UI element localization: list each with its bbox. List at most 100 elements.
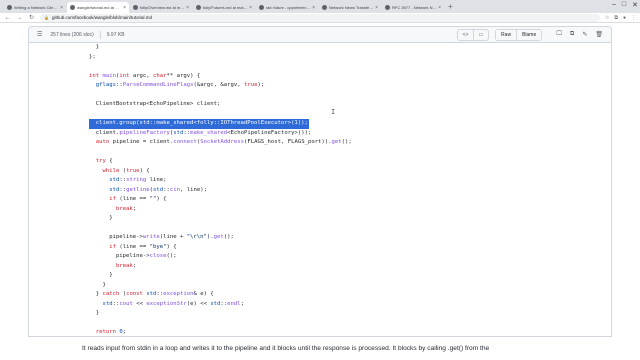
tab-close-icon[interactable]: × [438, 5, 441, 11]
window-controls: – □ ✕ [612, 1, 638, 9]
code-line-text: } [89, 272, 113, 278]
bookmark-star-icon[interactable]: ☆ [605, 15, 609, 21]
code-line-text: } [89, 310, 100, 316]
address-row: ← → ↻ 🔒 github.com/facebook/wangle/blob/… [0, 13, 640, 23]
code-line-text: ClientBootstrap<EchoPipeline> client; [89, 101, 221, 107]
code-line: std::getline(std::cin, line); [89, 186, 352, 196]
browser-tab[interactable]: folly/Overview.md at main · facebook× [130, 2, 192, 13]
tab-favicon-icon [196, 5, 201, 10]
code-line-text: break; [115, 205, 137, 212]
code-line-text: gflags::ParseCommandLineFlags(&argc, &ar… [95, 82, 265, 88]
code-body[interactable]: }}; int main(int argc, char** argv) { gfl… [89, 43, 352, 336]
code-line-text: pipeline->close(); [89, 253, 177, 259]
browser-toolbar-icons: ☆ ⧉ ● ⋮ [605, 15, 636, 21]
code-line: client.pipelineFactory(std::make_shared<… [89, 129, 352, 139]
code-line: while (true) { [89, 167, 352, 177]
code-line: } [89, 43, 352, 53]
code-line: } catch (const std::exception& e) { [89, 290, 352, 300]
lines-info: 257 lines (206 sloc) [50, 31, 94, 38]
file-size: 9.97 KB [106, 31, 125, 38]
back-icon[interactable]: ← [4, 15, 11, 21]
code-line: std::cout << exceptionStr(e) << std::end… [89, 300, 352, 310]
tab-close-icon[interactable]: × [60, 5, 63, 11]
code-line-text: std::string line; [109, 177, 167, 183]
browser-tab[interactable]: folly/Futures.md at main · facebook× [193, 2, 255, 13]
menu-icon[interactable]: ⋮ [631, 15, 636, 21]
tab-favicon-icon [70, 5, 75, 10]
browser-tab[interactable]: Writing a Network Client with Facebook× [4, 2, 66, 13]
desktop-icon[interactable]: 🖵 [556, 31, 562, 38]
tab-title: folly/Futures.md at main · facebook [203, 5, 249, 10]
code-line-text: } catch (const std::exception& e) { [89, 291, 214, 297]
code-panel: }}; int main(int argc, char** argv) { gfl… [28, 42, 612, 337]
extensions-icon[interactable]: ⧉ [614, 15, 618, 21]
tab-close-icon[interactable]: × [249, 5, 252, 11]
tab-favicon-icon [259, 5, 264, 10]
browser-tab[interactable]: Network News Transfer Protocol - Wiki× [319, 2, 381, 13]
edit-pencil-icon[interactable]: ✎ [582, 31, 587, 38]
code-line: try { [89, 157, 352, 167]
tab-strip: Writing a Network Client with Facebook×w… [0, 0, 640, 13]
code-line: if (line == "bye") { [89, 243, 352, 253]
code-line: std::string line; [89, 176, 352, 186]
code-line: }; [89, 53, 352, 63]
minimize-icon[interactable]: – [612, 1, 616, 9]
file-header: ☰ 257 lines (206 sloc) 9.97 KB <> ▭ Raw … [28, 26, 612, 42]
code-line: gflags::ParseCommandLineFlags(&argc, &ar… [89, 81, 352, 91]
lock-icon: 🔒 [44, 15, 49, 20]
profile-icon[interactable]: ● [623, 15, 626, 21]
tab-favicon-icon [133, 5, 138, 10]
code-line-text: if (line == "bye") { [109, 243, 177, 250]
browser-tab[interactable]: wangle/tutorial.md at main · facebook× [67, 2, 129, 13]
raw-button[interactable]: Raw [496, 29, 517, 40]
code-line: int main(int argc, char** argv) { [89, 72, 352, 82]
code-line-text: pipeline->write(line + "\r\n").get(); [89, 234, 234, 240]
address-bar[interactable]: 🔒 github.com/facebook/wangle/blob/main/t… [40, 13, 600, 22]
code-line: pipeline->write(line + "\r\n").get(); [89, 233, 352, 243]
code-line-text: if (line == "") { [109, 196, 167, 202]
code-line: ClientBootstrap<EchoPipeline> client; [89, 100, 352, 110]
tab-favicon-icon [322, 5, 327, 10]
code-view-button[interactable]: <> [458, 30, 473, 40]
code-line-text: break; [115, 262, 137, 269]
code-line: } [89, 281, 352, 291]
tab-close-icon[interactable]: × [123, 5, 126, 11]
code-line-text: try { [95, 158, 113, 164]
code-line-text: int main(int argc, char** argv) { [89, 72, 201, 79]
new-tab-button[interactable]: + [445, 2, 456, 13]
tab-close-icon[interactable]: × [186, 5, 189, 11]
tab-title: folly/Overview.md at main · facebook [140, 5, 186, 10]
preview-button[interactable]: ▭ [473, 29, 488, 40]
view-toggle: <> ▭ [457, 28, 490, 41]
code-line-text: } [89, 281, 106, 288]
code-line-text: while (true) { [102, 167, 150, 174]
selected-code-text: client.group(std::make_shared<folly::IOT… [89, 119, 309, 129]
copy-icon[interactable]: ⧉ [570, 31, 574, 38]
close-window-icon[interactable]: ✕ [632, 1, 638, 9]
code-line: client.group(std::make_shared<folly::IOT… [89, 119, 352, 129]
code-line: } [89, 309, 352, 319]
forward-icon[interactable]: → [16, 15, 23, 21]
tab-favicon-icon [385, 5, 390, 10]
url-text: github.com/facebook/wangle/blob/main/tut… [51, 15, 153, 20]
code-line-text: std::getline(std::cin, line); [109, 186, 207, 193]
tab-title: RFC 3977 - Network News Transfer [392, 5, 437, 10]
blame-button[interactable]: Blame [516, 29, 542, 40]
maximize-icon[interactable]: □ [622, 1, 626, 9]
browser-tab[interactable]: RFC 3977 - Network News Transfer× [382, 2, 444, 13]
tab-title: Writing a Network Client with Facebook [14, 5, 59, 10]
reload-icon[interactable]: ↻ [28, 14, 35, 21]
code-line-text: client.pipelineFactory(std::make_shared<… [89, 129, 312, 136]
code-line-text: } [89, 215, 113, 221]
divider [99, 30, 101, 39]
symbols-icon[interactable]: ☰ [37, 31, 42, 38]
trash-icon[interactable]: 🗑 [595, 31, 603, 38]
code-line-text: return 0; [95, 329, 127, 335]
tab-close-icon[interactable]: × [312, 5, 315, 11]
tab-favicon-icon [7, 5, 12, 10]
browser-tab[interactable]: std::future - cppreference.com× [256, 2, 318, 13]
tab-close-icon[interactable]: × [375, 5, 378, 11]
